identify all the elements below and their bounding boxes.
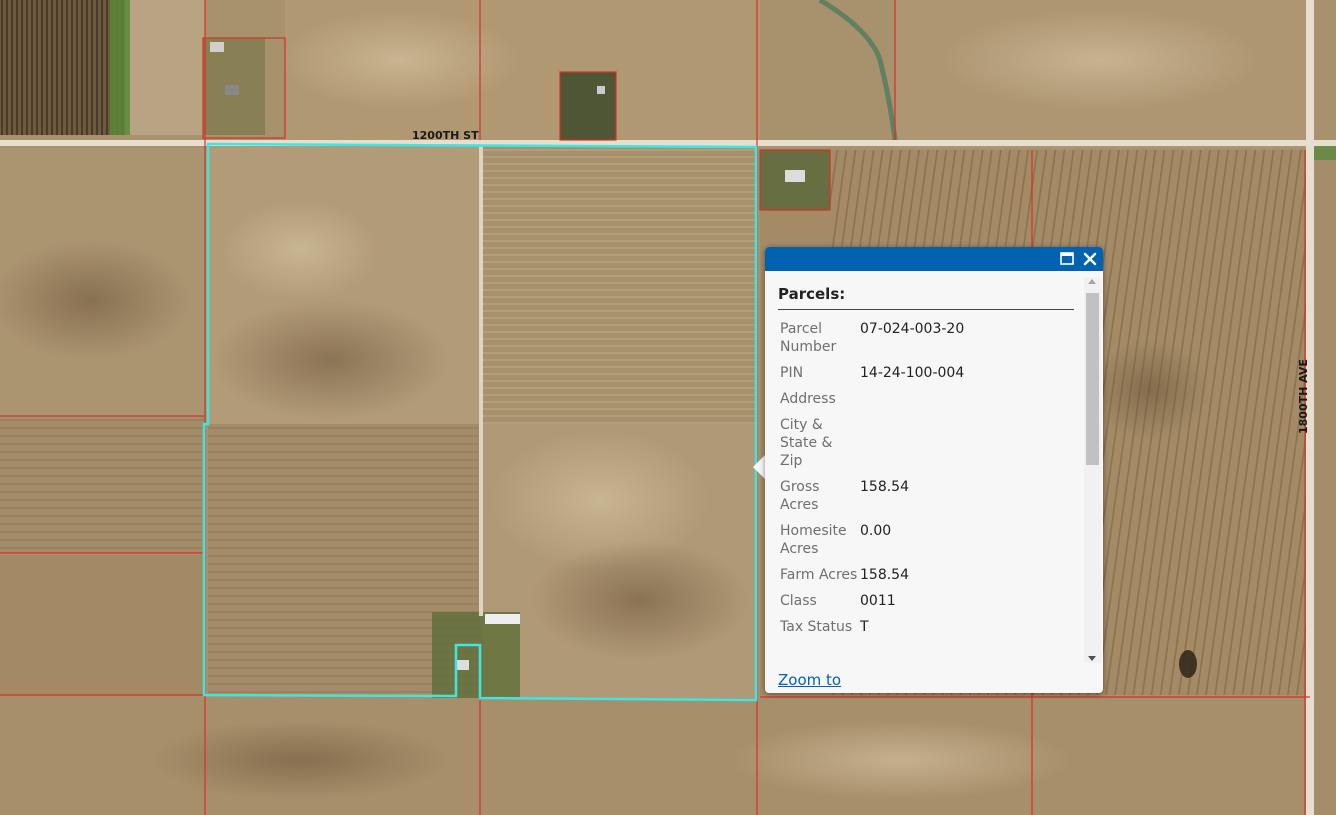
popup-header bbox=[765, 247, 1103, 271]
attribute-value: T bbox=[860, 619, 869, 635]
attribute-name: Parcel Number bbox=[780, 321, 837, 355]
attribute-value: 158.54 bbox=[860, 567, 909, 583]
attribute-name: Gross Acres bbox=[780, 479, 820, 513]
scroll-thumb[interactable] bbox=[1086, 293, 1099, 465]
popup-scrollbar[interactable] bbox=[1084, 277, 1101, 663]
parcel-popup: Parcels: Parcel Number 07-024-003-20 PIN… bbox=[765, 247, 1103, 693]
road-label-1200th-st: 1200TH ST bbox=[412, 129, 479, 142]
attribute-row: Homesite Acres 0.00 bbox=[778, 522, 1074, 566]
road-label-1800th-ave: 1800TH AVE bbox=[1297, 359, 1310, 434]
attribute-table: Parcel Number 07-024-003-20 PIN 14-24-10… bbox=[778, 320, 1074, 644]
close-icon[interactable] bbox=[1081, 250, 1099, 268]
zoom-to-link[interactable]: Zoom to bbox=[778, 671, 841, 689]
attribute-value: 0011 bbox=[860, 593, 896, 609]
attribute-value: 0.00 bbox=[860, 523, 892, 539]
attribute-value: 158.54 bbox=[860, 479, 909, 495]
attribute-row: City & State & Zip bbox=[778, 416, 1074, 478]
attribute-row: Parcel Number 07-024-003-20 bbox=[778, 320, 1074, 364]
attribute-row: Class 0011 bbox=[778, 592, 1074, 618]
popup-title: Parcels: bbox=[778, 285, 1074, 310]
scroll-down-arrow-icon[interactable] bbox=[1088, 656, 1096, 661]
attribute-name: PIN bbox=[780, 365, 804, 381]
attribute-row: Farm Acres 158.54 bbox=[778, 566, 1074, 592]
popup-content: Parcels: Parcel Number 07-024-003-20 PIN… bbox=[778, 285, 1074, 667]
attribute-value: 07-024-003-20 bbox=[860, 321, 965, 337]
attribute-row: Tax Status T bbox=[778, 618, 1074, 644]
attribute-value: 14-24-100-004 bbox=[860, 365, 965, 381]
attribute-name: City & State & Zip bbox=[780, 417, 833, 469]
aerial-map[interactable]: 1200TH ST 1800TH AVE bbox=[0, 0, 1336, 815]
scroll-up-arrow-icon[interactable] bbox=[1088, 279, 1096, 284]
attribute-row: Gross Acres 158.54 bbox=[778, 478, 1074, 522]
attribute-value bbox=[858, 390, 1074, 416]
attribute-name: Homesite Acres bbox=[780, 523, 847, 557]
attribute-name: Farm Acres bbox=[780, 567, 858, 583]
attribute-name: Class bbox=[780, 593, 817, 609]
attribute-row: Address bbox=[778, 390, 1074, 416]
attribute-row: PIN 14-24-100-004 bbox=[778, 364, 1074, 390]
attribute-name: Address bbox=[780, 391, 836, 407]
attribute-name: Tax Status bbox=[780, 619, 853, 635]
maximize-icon[interactable] bbox=[1059, 251, 1075, 267]
popup-pointer bbox=[753, 455, 765, 479]
attribute-value bbox=[858, 416, 1074, 478]
